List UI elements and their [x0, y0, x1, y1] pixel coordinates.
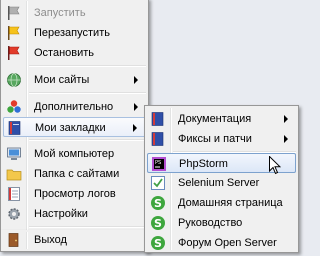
submenu-arrow-icon: [133, 124, 137, 132]
submenu-arrow-icon: [284, 115, 288, 123]
selenium-icon: [151, 176, 165, 190]
flag-yellow-icon: [8, 26, 20, 40]
submenu-item-selenium[interactable]: Selenium Server: [147, 173, 296, 193]
blocks-icon: [7, 100, 21, 113]
settings-icon: [8, 208, 20, 220]
bookmarks-icon: [8, 121, 21, 135]
submenu-item-label: Форум Open Server: [178, 237, 277, 249]
menu-item-additional[interactable]: Дополнительно: [3, 97, 146, 117]
menu-item-label: Запустить: [34, 7, 86, 19]
menu-item-label: Папка с сайтами: [34, 168, 120, 180]
submenu-item-label: Фиксы и патчи: [178, 133, 252, 145]
menu-item-stop[interactable]: Остановить: [3, 43, 146, 63]
flag-gray-icon: [8, 6, 20, 20]
svg-text:S: S: [154, 197, 162, 210]
context-menu-footer: Выход: [0, 230, 149, 252]
menu-item-label: Перезапустить: [34, 27, 110, 39]
globe-icon: [7, 73, 21, 87]
submenu-item-label: Руководство: [178, 217, 243, 229]
menu-item-view-logs[interactable]: Просмотр логов: [3, 184, 146, 204]
submenu-item-documentation[interactable]: Документация: [147, 109, 296, 129]
exit-icon: [8, 233, 19, 247]
submenu-arrow-icon: [284, 135, 288, 143]
menu-item-my-computer[interactable]: Мой компьютер: [3, 144, 146, 164]
menu-item-exit[interactable]: Выход: [3, 230, 146, 250]
mouse-cursor-icon: [269, 156, 281, 175]
submenu-item-fixes[interactable]: Фиксы и патчи: [147, 129, 296, 149]
submenu-item-manual[interactable]: S Руководство: [147, 213, 296, 233]
openserver-icon: S: [151, 196, 165, 210]
submenu-item-homepage[interactable]: S Домашняя страница: [147, 193, 296, 213]
menu-item-my-sites[interactable]: Мои сайты: [3, 70, 146, 90]
menu-item-label: Настройки: [34, 208, 88, 220]
menu-item-settings[interactable]: Настройки: [3, 204, 146, 224]
menu-separator: [29, 226, 146, 228]
menu-separator: [29, 92, 146, 94]
svg-text:S: S: [154, 237, 162, 250]
submenu-arrow-icon: [134, 103, 138, 111]
menu-item-label: Выход: [34, 234, 67, 246]
bookmarks-submenu: Документация Фиксы и патчи PS PhpStorm S…: [144, 105, 299, 253]
submenu-arrow-icon: [134, 76, 138, 84]
menu-separator: [29, 139, 146, 141]
phpstorm-icon: PS: [152, 157, 166, 171]
menu-separator: [29, 65, 146, 67]
submenu-item-label: Документация: [178, 113, 252, 125]
book-icon: [151, 112, 164, 126]
context-menu: Запустить Перезапустить Остановить Мои с…: [0, 0, 149, 238]
menu-item-label: Просмотр логов: [34, 188, 116, 200]
submenu-item-label: PhpStorm: [179, 158, 228, 170]
openserver-icon: S: [151, 236, 165, 250]
folder-icon: [6, 169, 22, 181]
menu-item-my-bookmarks[interactable]: Мои закладки: [3, 117, 146, 137]
menu-item-label: Остановить: [34, 47, 95, 59]
menu-item-label: Дополнительно: [34, 101, 114, 113]
submenu-item-forum[interactable]: S Форум Open Server: [147, 233, 296, 253]
menu-item-sites-folder[interactable]: Папка с сайтами: [3, 164, 146, 184]
menu-item-restart[interactable]: Перезапустить: [3, 23, 146, 43]
book-icon: [151, 132, 164, 146]
menu-item-label: Мои закладки: [35, 122, 106, 134]
submenu-item-label: Selenium Server: [178, 177, 260, 189]
openserver-icon: S: [151, 216, 165, 230]
log-icon: [8, 187, 20, 201]
computer-icon: [7, 147, 21, 160]
flag-red-icon: [8, 46, 20, 60]
menu-item-label: Мой компьютер: [34, 148, 115, 160]
menu-item-label: Мои сайты: [34, 74, 90, 86]
svg-text:PS: PS: [155, 160, 161, 166]
menu-item-start[interactable]: Запустить: [3, 3, 146, 23]
svg-text:S: S: [154, 217, 162, 230]
submenu-item-label: Домашняя страница: [178, 197, 283, 209]
